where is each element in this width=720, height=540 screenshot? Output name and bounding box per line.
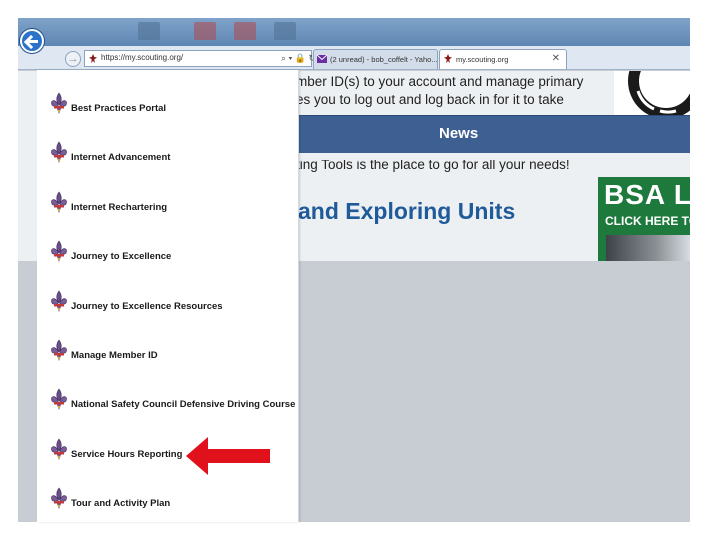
menu-item-label: Manage Member ID bbox=[71, 350, 158, 361]
menu-item[interactable]: Manage Member ID bbox=[37, 339, 299, 369]
tab-title: (2 unread) - bob_coffelt - Yaho... bbox=[330, 55, 438, 64]
tab-title: my.scouting.org bbox=[456, 55, 509, 64]
scouting-favicon-icon bbox=[444, 54, 452, 63]
menu-item-label: Journey to Excellence bbox=[71, 251, 172, 263]
menu-item[interactable]: Internet Rechartering bbox=[37, 191, 299, 221]
bsa-ad-banner[interactable]: BSA L CLICK HERE TO AC bbox=[598, 177, 690, 261]
menu-item[interactable]: Tour and Activity Plan bbox=[37, 487, 299, 517]
menu-item[interactable]: National Safety Council Defensive Drivin… bbox=[37, 388, 299, 418]
forward-arrow-icon: → bbox=[67, 53, 79, 65]
fleur-de-lis-icon bbox=[51, 388, 67, 411]
menu-item[interactable]: Journey to Excellence bbox=[37, 240, 299, 270]
menu-item-label: Best Practices Portal bbox=[71, 103, 167, 114]
background-desktop-icon bbox=[274, 22, 296, 40]
fleur-de-lis-icon bbox=[51, 240, 67, 263]
fleur-de-lis-icon bbox=[51, 141, 67, 164]
bsa-emblem-image bbox=[614, 71, 690, 121]
menu-item-label: National Safety Council Defensive Drivin… bbox=[71, 399, 296, 411]
forward-button[interactable]: → bbox=[65, 51, 81, 67]
member-id-text: es you to log out and log back in for it… bbox=[296, 92, 564, 107]
ad-title: BSA L bbox=[604, 179, 690, 210]
menu-item-label: Internet Rechartering bbox=[71, 201, 168, 213]
address-tools-icons[interactable]: ⌕ ▾ 🔒 ↻ bbox=[281, 53, 316, 64]
background-desktop-icon bbox=[194, 22, 216, 40]
tools-text: ting Tools is the place to go for all yo… bbox=[296, 157, 570, 172]
fleur-de-lis-icon bbox=[51, 92, 67, 114]
background-desktop-icon bbox=[234, 22, 256, 40]
address-url[interactable]: https://my.scouting.org/ bbox=[101, 53, 183, 62]
fleur-de-lis-icon bbox=[51, 290, 67, 312]
slide: → https://my.scouting.org/ ⌕ ▾ 🔒 ↻ (2 un… bbox=[0, 0, 720, 540]
tab-my-scouting[interactable]: my.scouting.org ✕ bbox=[439, 49, 567, 69]
fleur-de-lis-icon bbox=[51, 339, 67, 361]
menu-item-label: Journey to Excellence Resources bbox=[71, 300, 223, 312]
bsa-seal-icon bbox=[628, 71, 690, 119]
mail-envelope-icon bbox=[317, 54, 327, 63]
ad-photo bbox=[606, 235, 690, 261]
address-bar[interactable]: https://my.scouting.org/ ⌕ ▾ 🔒 ↻ bbox=[84, 50, 316, 67]
window-titlebar bbox=[18, 18, 690, 46]
menu-item[interactable]: Journey to Excellence Resources bbox=[37, 290, 299, 320]
news-section-header: News bbox=[295, 115, 690, 153]
background-desktop-icon bbox=[138, 22, 160, 40]
menu-item-label: Internet Advancement bbox=[71, 152, 171, 164]
close-icon[interactable]: ✕ bbox=[552, 53, 560, 64]
units-heading: and Exploring Units bbox=[298, 198, 516, 224]
menu-item[interactable]: Best Practices Portal bbox=[37, 92, 299, 122]
menu-item[interactable]: Internet Advancement bbox=[37, 141, 299, 171]
news-heading: News bbox=[439, 125, 479, 142]
red-pointer-arrow-icon bbox=[186, 437, 270, 475]
back-button[interactable] bbox=[20, 29, 44, 53]
fleur-de-lis-icon bbox=[51, 438, 67, 460]
member-id-text: mber ID(s) to your account and manage pr… bbox=[296, 74, 584, 89]
scouting-favicon-icon bbox=[89, 54, 97, 63]
fleur-de-lis-icon bbox=[51, 487, 67, 510]
tab-yahoo-mail[interactable]: (2 unread) - bob_coffelt - Yaho... bbox=[313, 49, 438, 69]
menu-item-label: Service Hours Reporting bbox=[71, 448, 183, 460]
menu-item-label: Tour and Activity Plan bbox=[71, 498, 171, 510]
fleur-de-lis-icon bbox=[51, 191, 67, 213]
ad-subtitle: CLICK HERE TO AC bbox=[605, 214, 690, 228]
